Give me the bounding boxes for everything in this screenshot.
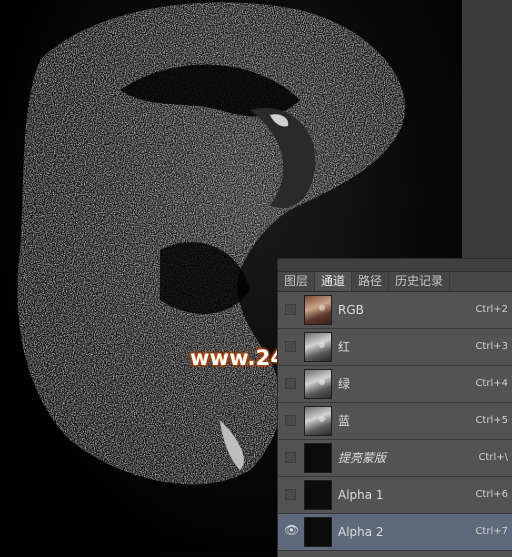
tab-paths[interactable]: 路径	[352, 272, 390, 291]
visibility-toggle[interactable]	[285, 378, 296, 389]
channel-shortcut: Ctrl+4	[475, 378, 508, 389]
channel-shortcut: Ctrl+5	[475, 415, 508, 426]
panel-tabs: 图层 通道 路径 历史记录	[278, 272, 512, 292]
channel-thumbnail	[304, 406, 332, 436]
visibility-toggle[interactable]	[285, 304, 296, 315]
channel-shortcut: Ctrl+2	[475, 304, 508, 315]
channel-name: 绿	[338, 377, 351, 391]
channel-thumbnail	[304, 443, 332, 473]
channels-panel: 图层 通道 路径 历史记录 RGB Ctrl+2 红 Ctrl+3 绿 Ctrl…	[277, 258, 512, 557]
channel-shortcut: Ctrl+\	[478, 452, 508, 463]
channel-thumbnail	[304, 480, 332, 510]
channel-name: Alpha 1	[338, 488, 384, 502]
channel-thumbnail	[304, 369, 332, 399]
channel-name: 红	[338, 340, 351, 354]
channel-row-red[interactable]: 红 Ctrl+3	[278, 329, 512, 366]
tab-history[interactable]: 历史记录	[389, 272, 451, 291]
panel-title-strip[interactable]	[278, 259, 512, 272]
channel-row-alpha-1[interactable]: Alpha 1 Ctrl+6	[278, 477, 512, 514]
visibility-toggle[interactable]	[285, 341, 296, 352]
channel-row-green[interactable]: 绿 Ctrl+4	[278, 366, 512, 403]
channel-shortcut: Ctrl+7	[475, 526, 508, 537]
channel-row-brighten-mask[interactable]: 提亮蒙版 Ctrl+\	[278, 440, 512, 477]
channel-row-alpha-2[interactable]: 👁 Alpha 2 Ctrl+7	[278, 514, 512, 551]
channel-row-blue[interactable]: 蓝 Ctrl+5	[278, 403, 512, 440]
visibility-toggle[interactable]	[285, 452, 296, 463]
channel-thumbnail	[304, 517, 332, 547]
channel-name: 提亮蒙版	[338, 451, 387, 465]
channel-row-rgb[interactable]: RGB Ctrl+2	[278, 292, 512, 329]
channel-name: RGB	[338, 303, 364, 317]
channel-name: Alpha 2	[338, 525, 384, 539]
channel-name: 蓝	[338, 414, 351, 428]
tab-channels[interactable]: 通道	[315, 272, 353, 291]
visibility-toggle[interactable]	[285, 415, 296, 426]
channel-shortcut: Ctrl+6	[475, 489, 508, 500]
workspace-background	[462, 0, 512, 258]
channel-shortcut: Ctrl+3	[475, 341, 508, 352]
channel-thumbnail	[304, 332, 332, 362]
visibility-toggle[interactable]	[285, 489, 296, 500]
eye-icon[interactable]: 👁	[284, 524, 299, 536]
tab-layers[interactable]: 图层	[278, 272, 316, 291]
channel-thumbnail	[304, 295, 332, 325]
